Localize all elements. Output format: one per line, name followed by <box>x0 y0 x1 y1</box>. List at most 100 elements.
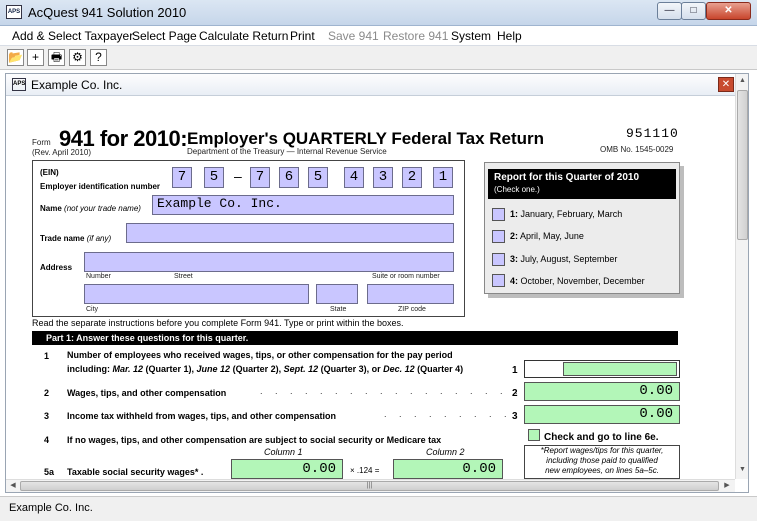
name-field[interactable]: Example Co. Inc. <box>152 195 454 215</box>
line-1-q4: (Quarter 4) <box>414 364 464 374</box>
instructions-text: Read the separate instructions before yo… <box>32 318 404 328</box>
line-1-mar: Mar. 12 <box>112 364 144 374</box>
quarter-3-label: 3: July, August, September <box>510 254 617 264</box>
city-field[interactable] <box>84 284 309 304</box>
line-5a-multiplier: × .124 = <box>350 466 380 475</box>
name-label-text: Name <box>40 204 62 213</box>
document-title-bar: APS Example Co. Inc. ✕ <box>6 74 748 96</box>
address-street-field[interactable] <box>84 252 454 272</box>
addr-state-label: State <box>330 306 347 313</box>
report-title: Report for this Quarter of 2010 <box>494 172 640 183</box>
quarter-2-label: 2: April, May, June <box>510 231 584 241</box>
trade-name-field[interactable] <box>126 223 454 243</box>
trade-label-text: Trade name <box>40 234 85 243</box>
calculate-icon[interactable]: ⚙ <box>69 49 86 66</box>
ein-digit-7[interactable]: 3 <box>373 167 393 188</box>
vertical-scroll-thumb[interactable] <box>737 90 748 240</box>
status-text: Example Co. Inc. <box>9 502 93 514</box>
name-hint: (not your trade name) <box>64 204 141 213</box>
ein-digit-5[interactable]: 5 <box>308 167 328 188</box>
print-icon[interactable]: 🖶 <box>48 49 65 66</box>
line-1-number: 1 <box>44 351 50 361</box>
addr-zip-label: ZIP code <box>398 306 426 313</box>
menu-calculate-return[interactable]: Calculate Return <box>199 29 288 43</box>
addr-number-label: Number <box>86 273 111 280</box>
ein-label-2: Employer identification number <box>40 182 161 191</box>
ein-digit-4[interactable]: 6 <box>279 167 299 188</box>
window-title: AcQuest 941 Solution 2010 <box>28 5 187 20</box>
trade-hint: (if any) <box>86 234 112 243</box>
quarter-3-text: July, August, September <box>520 254 618 264</box>
omb-number: OMB No. 1545-0029 <box>600 145 674 154</box>
maximize-button[interactable]: □ <box>681 2 706 20</box>
scroll-up-icon[interactable]: ▲ <box>737 75 748 87</box>
line-3-box-number: 3 <box>512 411 518 422</box>
menu-help[interactable]: Help <box>497 29 522 43</box>
menu-restore-941[interactable]: Restore 941 <box>383 29 448 43</box>
open-folder-icon[interactable]: 📂 <box>7 49 24 66</box>
scroll-left-icon[interactable]: ◀ <box>7 480 19 492</box>
add-icon[interactable]: + <box>27 49 44 66</box>
ein-digit-9[interactable]: 1 <box>433 167 453 188</box>
app-icon: APS <box>6 5 22 19</box>
help-icon[interactable]: ? <box>90 49 107 66</box>
zip-field[interactable] <box>367 284 454 304</box>
close-button[interactable]: ✕ <box>706 2 751 20</box>
state-field[interactable] <box>316 284 358 304</box>
ein-digit-3[interactable]: 7 <box>250 167 270 188</box>
line-3-dots: . . . . . . . . . <box>384 409 512 419</box>
line-2-wages-field[interactable]: 0.00 <box>524 382 680 401</box>
column-1-header: Column 1 <box>264 447 303 457</box>
column-2-header: Column 2 <box>426 447 465 457</box>
ein-digit-6[interactable]: 4 <box>344 167 364 188</box>
status-bar: Example Co. Inc. <box>0 496 757 521</box>
line-1-employees-field[interactable] <box>563 362 677 376</box>
line-3-income-tax-field[interactable]: 0.00 <box>524 405 680 424</box>
menu-save-941[interactable]: Save 941 <box>328 29 379 43</box>
menu-add-select-taxpayer[interactable]: Add & Select Taxpayer <box>12 29 133 43</box>
document-close-button[interactable]: ✕ <box>718 77 734 92</box>
line-1-jun: June 12 <box>196 364 231 374</box>
line-2-box-number: 2 <box>512 388 518 399</box>
trade-label: Trade name (if any) <box>40 234 111 243</box>
scroll-down-icon[interactable]: ▼ <box>737 464 748 476</box>
menu-select-page[interactable]: Select Page <box>132 29 197 43</box>
quarter-4-checkbox[interactable] <box>492 274 505 287</box>
line-1-text-a: Number of employees who received wages, … <box>67 350 453 360</box>
scroll-right-icon[interactable]: ▶ <box>721 480 733 492</box>
ein-digit-1[interactable]: 7 <box>172 167 192 188</box>
ein-dash: – <box>234 168 242 184</box>
ein-digit-8[interactable]: 2 <box>402 167 422 188</box>
minimize-button[interactable]: — <box>657 2 682 20</box>
line-4-checkbox[interactable] <box>528 429 540 441</box>
line-1-q2: (Quarter 2), <box>230 364 284 374</box>
vertical-scrollbar[interactable]: ▲ ▼ <box>735 74 748 479</box>
line-5a-column-2-field[interactable]: 0.00 <box>393 459 503 479</box>
line-4-number: 4 <box>44 435 50 445</box>
horizontal-scrollbar[interactable]: ◀ ||| ▶ <box>6 479 735 492</box>
quarter-header: Report for this Quarter of 2010 (Check o… <box>488 169 676 199</box>
title-bar: APS AcQuest 941 Solution 2010 — □ ✕ <box>0 0 757 26</box>
line-1-q1: (Quarter 1), <box>143 364 197 374</box>
line-2-dots: . . . . . . . . . . . . . . . . . . . . <box>260 386 553 396</box>
wages-note-box: *Report wages/tips for this quarter, inc… <box>524 445 680 479</box>
horizontal-scroll-thumb[interactable]: ||| <box>20 481 719 491</box>
form-department: Department of the Treasury — Internal Re… <box>187 147 387 156</box>
quarter-2-checkbox[interactable] <box>492 230 505 243</box>
quarter-2-text: April, May, June <box>520 231 584 241</box>
quarter-1-label: 1: January, February, March <box>510 209 622 219</box>
menu-system[interactable]: System <box>451 29 491 43</box>
form-word: Form <box>32 138 51 147</box>
menu-print[interactable]: Print <box>290 29 315 43</box>
line-1-box-number: 1 <box>512 365 518 376</box>
quarter-2-num: 2: <box>510 231 519 241</box>
addr-city-label: City <box>86 306 99 313</box>
quarter-1-checkbox[interactable] <box>492 208 505 221</box>
line-5a-column-1-field[interactable]: 0.00 <box>231 459 343 479</box>
note-line-2: including those paid to qualified <box>546 456 658 465</box>
document-title: Example Co. Inc. <box>31 78 123 92</box>
ein-digit-2[interactable]: 5 <box>204 167 224 188</box>
line-2-text: Wages, tips, and other compensation <box>67 388 227 398</box>
line-1-prefix: including: <box>67 364 113 374</box>
quarter-3-checkbox[interactable] <box>492 253 505 266</box>
